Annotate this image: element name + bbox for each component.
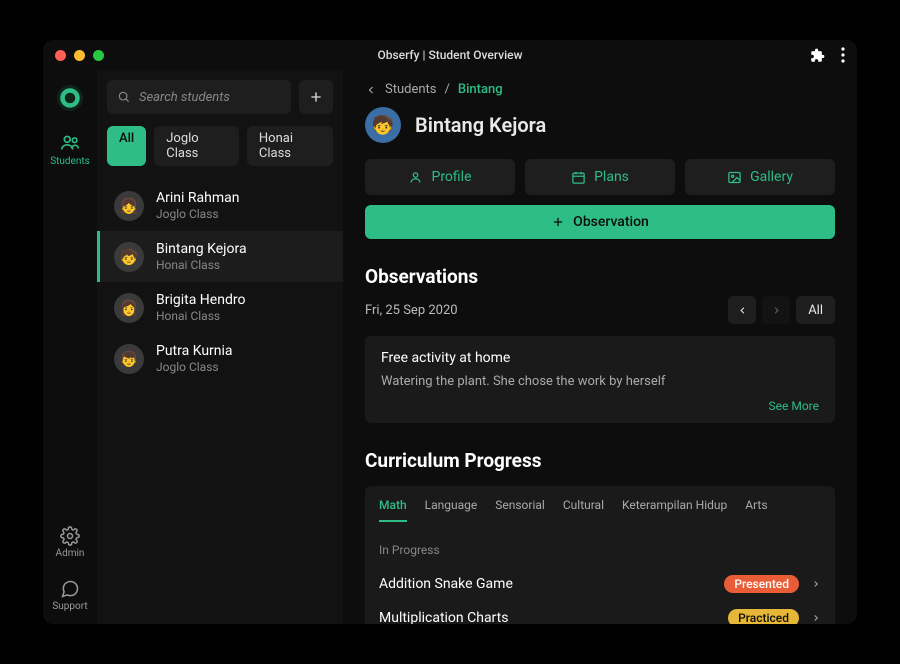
search-input[interactable]: Search students: [107, 80, 291, 114]
class-filters: All Joglo Class Honai Class: [97, 126, 343, 180]
curriculum-tab[interactable]: Math: [379, 498, 407, 522]
avatar: 👧: [114, 191, 144, 221]
app-window: Obserfy | Student Overview Students Admi…: [43, 40, 857, 624]
app-logo[interactable]: [56, 84, 84, 112]
nav-support[interactable]: Support: [52, 579, 87, 612]
avatar: 👦: [114, 344, 144, 374]
nav-students-label: Students: [50, 156, 90, 167]
student-name: Bintang Kejora: [415, 113, 546, 137]
search-icon: [117, 90, 131, 104]
student-avatar: 🧒: [365, 107, 401, 143]
breadcrumb: Students / Bintang: [365, 82, 835, 97]
curriculum-tab[interactable]: Sensorial: [495, 498, 545, 522]
observation-title: Free activity at home: [381, 350, 819, 366]
date-prev-button[interactable]: [728, 296, 756, 324]
curriculum-rows: Addition Snake Game Presented Multiplica…: [379, 567, 821, 624]
plus-icon: [551, 215, 565, 229]
search-placeholder: Search students: [139, 90, 230, 105]
add-observation-label: Observation: [573, 214, 649, 230]
nav-admin[interactable]: Admin: [56, 526, 85, 559]
curriculum-tabs: Math Language Sensorial Cultural Keterampila…: [379, 498, 821, 523]
filter-all[interactable]: All: [107, 126, 146, 166]
avatar: 👩: [114, 293, 144, 323]
student-row-class: Honai Class: [156, 309, 245, 323]
curriculum-tab[interactable]: Arts: [745, 498, 767, 522]
nav-admin-label: Admin: [56, 548, 85, 559]
breadcrumb-parent[interactable]: Students: [385, 82, 437, 97]
main-content: Students / Bintang 🧒 Bintang Kejora Prof…: [343, 70, 857, 624]
curriculum-tab[interactable]: Keterampilan Hidup: [622, 498, 727, 522]
curriculum-row-label: Addition Snake Game: [379, 576, 724, 592]
add-observation-button[interactable]: Observation: [365, 205, 835, 239]
tab-profile-label: Profile: [431, 169, 471, 185]
curriculum-panel: Math Language Sensorial Cultural Keterampila…: [365, 486, 835, 624]
titlebar: Obserfy | Student Overview: [43, 40, 857, 70]
chevron-right-icon: [771, 305, 782, 316]
tab-gallery[interactable]: Gallery: [685, 159, 835, 195]
student-row-class: Joglo Class: [156, 360, 233, 374]
student-row-class: Joglo Class: [156, 207, 239, 221]
status-badge: Presented: [724, 575, 799, 593]
date-next-button: [762, 296, 790, 324]
plus-icon: [308, 89, 324, 105]
tab-gallery-label: Gallery: [750, 169, 793, 185]
student-list-panel: Search students All Joglo Class Honai Cl…: [97, 70, 343, 624]
student-row-name: Putra Kurnia: [156, 343, 233, 359]
student-row[interactable]: 👩 Brigita Hendro Honai Class: [97, 282, 343, 333]
tab-plans[interactable]: Plans: [525, 159, 675, 195]
chevron-left-icon[interactable]: [365, 84, 377, 96]
filter-honai[interactable]: Honai Class: [247, 126, 333, 166]
curriculum-tab[interactable]: Language: [425, 498, 478, 522]
curriculum-heading: Curriculum Progress: [365, 449, 835, 472]
student-row[interactable]: 👦 Putra Kurnia Joglo Class: [97, 333, 343, 384]
image-icon: [727, 170, 742, 185]
student-row[interactable]: 🧒 Bintang Kejora Honai Class: [97, 231, 343, 282]
window-title: Obserfy | Student Overview: [43, 48, 857, 62]
chevron-right-icon: [811, 613, 821, 623]
calendar-icon: [571, 170, 586, 185]
chevron-left-icon: [737, 305, 748, 316]
tab-profile[interactable]: Profile: [365, 159, 515, 195]
chevron-right-icon: [811, 579, 821, 589]
status-badge: Practiced: [728, 609, 799, 624]
student-row-name: Brigita Hendro: [156, 292, 245, 308]
student-row-class: Honai Class: [156, 258, 247, 272]
observations-all-button[interactable]: All: [796, 296, 835, 324]
breadcrumb-current: Bintang: [458, 82, 503, 97]
in-progress-label: In Progress: [379, 543, 821, 557]
student-row-name: Arini Rahman: [156, 190, 239, 206]
observation-body: Watering the plant. She chose the work b…: [381, 374, 819, 389]
nav-students[interactable]: Students: [50, 132, 90, 167]
observation-card[interactable]: Free activity at home Watering the plant…: [365, 336, 835, 423]
user-icon: [408, 170, 423, 185]
student-row[interactable]: 👧 Arini Rahman Joglo Class: [97, 180, 343, 231]
student-row-name: Bintang Kejora: [156, 241, 247, 257]
curriculum-row-label: Multiplication Charts: [379, 610, 728, 624]
observations-heading: Observations: [365, 265, 835, 288]
filter-joglo[interactable]: Joglo Class: [154, 126, 239, 166]
add-student-button[interactable]: [299, 80, 333, 114]
nav-rail: Students Admin Support: [43, 70, 97, 624]
curriculum-row[interactable]: Addition Snake Game Presented: [379, 567, 821, 601]
curriculum-row[interactable]: Multiplication Charts Practiced: [379, 601, 821, 624]
tab-plans-label: Plans: [594, 169, 629, 185]
observations-date: Fri, 25 Sep 2020: [365, 303, 458, 318]
curriculum-tab[interactable]: Cultural: [563, 498, 604, 522]
observation-more-link[interactable]: See More: [381, 399, 819, 413]
avatar: 🧒: [114, 242, 144, 272]
student-list: 👧 Arini Rahman Joglo Class🧒 Bintang Kejo…: [97, 180, 343, 624]
nav-support-label: Support: [52, 601, 87, 612]
